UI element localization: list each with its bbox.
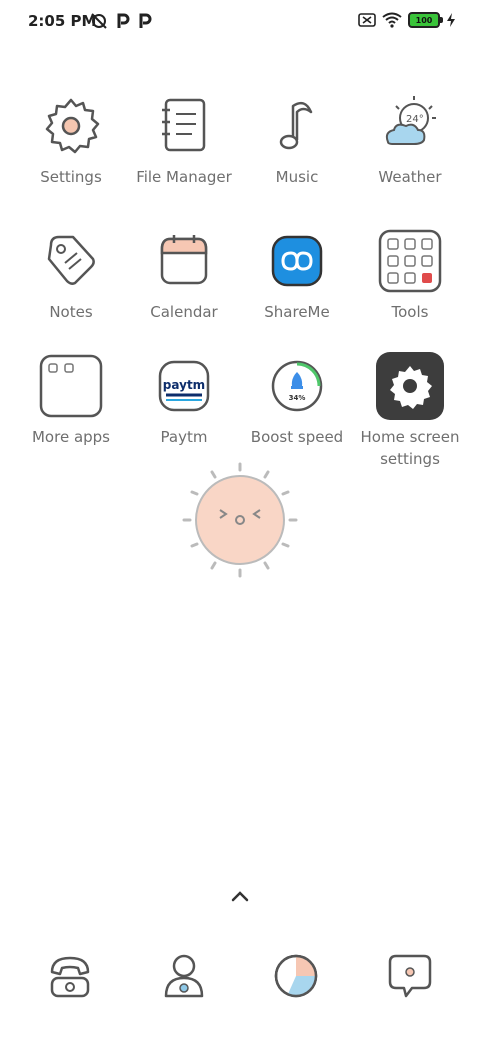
- app-calendar[interactable]: Calendar: [128, 225, 240, 323]
- app-music[interactable]: Music: [241, 90, 353, 188]
- app-label: Settings: [40, 168, 102, 186]
- app-file-manager[interactable]: File Manager: [128, 90, 240, 188]
- app-paytm[interactable]: paytm Paytm: [128, 350, 240, 448]
- app-shareme[interactable]: ShareMe: [241, 225, 353, 323]
- alarm-off-icon: [91, 13, 107, 29]
- app-home-screen-settings[interactable]: Home screen settings: [354, 350, 466, 470]
- sun-wallpaper-decoration: [182, 462, 298, 578]
- battery-level: 100: [415, 15, 433, 25]
- status-time: 2:05 PM: [28, 12, 97, 30]
- boost-percent: 34%: [289, 394, 306, 402]
- p-app-icon: [139, 13, 152, 28]
- app-label: File Manager: [136, 168, 232, 186]
- browser-icon[interactable]: [268, 948, 324, 1004]
- folder-icon: [39, 354, 103, 418]
- gear-icon: [45, 98, 100, 154]
- status-right-icons: 100: [358, 12, 456, 28]
- app-label: Tools: [391, 303, 429, 321]
- weather-icon: 24°: [385, 96, 436, 145]
- charging-icon: [447, 13, 455, 27]
- app-label: More apps: [31, 428, 110, 446]
- status-left-icons: [90, 12, 152, 30]
- folder-tools[interactable]: Tools: [354, 225, 466, 323]
- contacts-icon[interactable]: [156, 948, 212, 1004]
- p-app-icon: [117, 13, 130, 28]
- phone-icon[interactable]: [42, 948, 98, 1004]
- calendar-icon: [160, 235, 208, 285]
- chevron-up-icon[interactable]: [228, 886, 252, 906]
- battery-indicator: 100: [408, 12, 443, 28]
- app-label: Notes: [49, 303, 93, 321]
- gear-icon: [376, 352, 444, 420]
- no-sim-icon: [358, 13, 376, 27]
- paytm-icon: paytm: [158, 360, 210, 412]
- app-label: Calendar: [150, 303, 218, 321]
- app-weather[interactable]: 24° Weather: [354, 90, 466, 188]
- app-boost-speed[interactable]: 34% Boost speed: [241, 350, 353, 448]
- app-settings[interactable]: Settings: [15, 90, 127, 188]
- app-label: Paytm: [160, 428, 208, 446]
- weather-temp: 24°: [406, 114, 424, 125]
- app-label: Weather: [378, 168, 442, 186]
- app-label: Boost speed: [250, 428, 344, 446]
- app-label: ShareMe: [264, 303, 330, 321]
- tag-icon: [47, 235, 95, 285]
- status-bar: 2:05 PM 100: [0, 0, 480, 42]
- notebook-icon: [162, 98, 206, 152]
- app-label: Home screen settings: [360, 428, 460, 468]
- infinity-icon: [271, 235, 323, 287]
- rocket-icon: 34%: [271, 360, 323, 412]
- message-icon[interactable]: [382, 948, 438, 1004]
- paytm-brand-text: paytm: [163, 378, 205, 392]
- music-note-icon: [279, 101, 313, 150]
- app-label: Music: [275, 168, 319, 186]
- folder-more-apps[interactable]: More apps: [15, 350, 127, 448]
- folder-icon: [378, 229, 442, 293]
- app-notes[interactable]: Notes: [15, 225, 127, 323]
- wifi-icon: [382, 12, 402, 28]
